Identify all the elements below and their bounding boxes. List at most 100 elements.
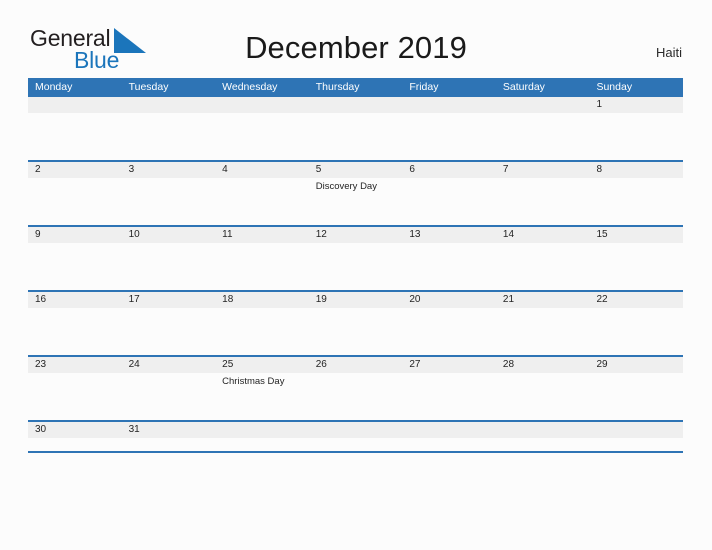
day-number-band: 2 3 4 5 6 7 8 xyxy=(28,162,683,178)
day-cell[interactable] xyxy=(496,97,590,113)
day-cell[interactable] xyxy=(309,422,403,438)
day-cell[interactable]: 13 xyxy=(402,227,496,243)
day-cell[interactable] xyxy=(28,97,122,113)
event-label: Discovery Day xyxy=(315,181,377,192)
event-label xyxy=(28,243,122,261)
day-cell[interactable] xyxy=(215,422,309,438)
day-cell[interactable]: 2 xyxy=(28,162,122,178)
day-cell[interactable] xyxy=(402,422,496,438)
day-cell[interactable]: 1 xyxy=(589,97,683,113)
event-label xyxy=(215,438,309,456)
day-cell[interactable]: 27 xyxy=(402,357,496,373)
day-cell[interactable]: 25 xyxy=(215,357,309,373)
day-cell[interactable]: 5 xyxy=(309,162,403,178)
weekday-tuesday: Tuesday xyxy=(128,81,169,93)
event-label xyxy=(122,113,216,131)
event-band xyxy=(28,438,683,456)
day-cell[interactable]: 10 xyxy=(122,227,216,243)
day-cell[interactable]: 26 xyxy=(309,357,403,373)
page-title: December 2019 xyxy=(245,30,467,65)
event-label xyxy=(122,178,216,196)
day-cell[interactable]: 9 xyxy=(28,227,122,243)
day-cell[interactable]: 4 xyxy=(215,162,309,178)
week-row: 9 10 11 12 13 14 15 xyxy=(28,227,683,292)
event-label xyxy=(496,243,590,261)
event-label xyxy=(28,438,122,456)
day-number-band: 30 31 xyxy=(28,422,683,438)
day-cell[interactable] xyxy=(215,97,309,113)
event-label xyxy=(215,243,309,261)
day-cell[interactable]: 22 xyxy=(589,292,683,308)
day-cell[interactable]: 19 xyxy=(309,292,403,308)
event-label xyxy=(589,438,683,456)
event-band xyxy=(28,113,683,131)
day-cell[interactable]: 20 xyxy=(402,292,496,308)
weekday-sunday: Sunday xyxy=(596,81,633,93)
event-label xyxy=(28,373,122,391)
event-label xyxy=(215,113,309,131)
event-label xyxy=(122,373,216,391)
event-label xyxy=(402,438,496,456)
week-row: 1 xyxy=(28,97,683,162)
event-label xyxy=(496,373,590,391)
day-cell[interactable]: 23 xyxy=(28,357,122,373)
day-number-band: 1 xyxy=(28,97,683,113)
event-label xyxy=(122,308,216,326)
weekday-thursday: Thursday xyxy=(315,81,360,93)
day-cell[interactable]: 16 xyxy=(28,292,122,308)
weekday-saturday: Saturday xyxy=(502,81,545,93)
day-cell[interactable]: 14 xyxy=(496,227,590,243)
day-cell[interactable]: 24 xyxy=(122,357,216,373)
day-cell[interactable]: 31 xyxy=(122,422,216,438)
event-label xyxy=(496,438,590,456)
event-label xyxy=(309,113,403,131)
weekday-friday: Friday xyxy=(409,81,439,93)
day-cell[interactable]: 3 xyxy=(122,162,216,178)
day-number-band: 23 24 25 26 27 28 29 xyxy=(28,357,683,373)
event-label xyxy=(496,178,590,196)
event-label xyxy=(122,243,216,261)
event-label xyxy=(589,308,683,326)
day-cell[interactable]: 11 xyxy=(215,227,309,243)
event-label xyxy=(496,113,590,131)
weekday-header-row: Monday Tuesday Wednesday Thursday Friday… xyxy=(28,78,683,97)
event-label xyxy=(496,308,590,326)
day-cell[interactable]: 6 xyxy=(402,162,496,178)
day-cell[interactable]: 8 xyxy=(589,162,683,178)
event-band xyxy=(28,308,683,326)
week-row: 30 31 xyxy=(28,422,683,453)
day-number-band: 9 10 11 12 13 14 15 xyxy=(28,227,683,243)
event-label xyxy=(402,373,496,391)
day-cell[interactable] xyxy=(589,422,683,438)
day-cell[interactable]: 18 xyxy=(215,292,309,308)
event-label xyxy=(309,373,403,391)
event-band: Discovery Day xyxy=(28,178,683,196)
week-row: 2 3 4 5 6 7 8 Discovery Day xyxy=(28,162,683,227)
event-label xyxy=(402,243,496,261)
event-label xyxy=(28,308,122,326)
day-cell[interactable] xyxy=(309,97,403,113)
day-cell[interactable]: 28 xyxy=(496,357,590,373)
day-cell[interactable]: 17 xyxy=(122,292,216,308)
day-cell[interactable] xyxy=(122,97,216,113)
day-cell[interactable]: 29 xyxy=(589,357,683,373)
event-label: Christmas Day xyxy=(222,376,285,387)
day-cell[interactable]: 12 xyxy=(309,227,403,243)
country-label: Haiti xyxy=(655,45,682,60)
weekday-monday: Monday xyxy=(35,81,73,93)
page-header: General Blue December 2019 Haiti xyxy=(0,0,712,78)
day-cell[interactable]: 21 xyxy=(496,292,590,308)
calendar-grid: Monday Tuesday Wednesday Thursday Friday… xyxy=(28,78,683,453)
event-label xyxy=(402,308,496,326)
day-cell[interactable] xyxy=(402,97,496,113)
event-label xyxy=(28,178,122,196)
week-row: 23 24 25 26 27 28 29 Christmas Day xyxy=(28,357,683,422)
event-label xyxy=(28,113,122,131)
event-label xyxy=(215,308,309,326)
day-number-band: 16 17 18 19 20 21 22 xyxy=(28,292,683,308)
day-cell[interactable]: 15 xyxy=(589,227,683,243)
day-cell[interactable]: 7 xyxy=(496,162,590,178)
event-label xyxy=(309,438,403,456)
day-cell[interactable] xyxy=(496,422,590,438)
day-cell[interactable]: 30 xyxy=(28,422,122,438)
